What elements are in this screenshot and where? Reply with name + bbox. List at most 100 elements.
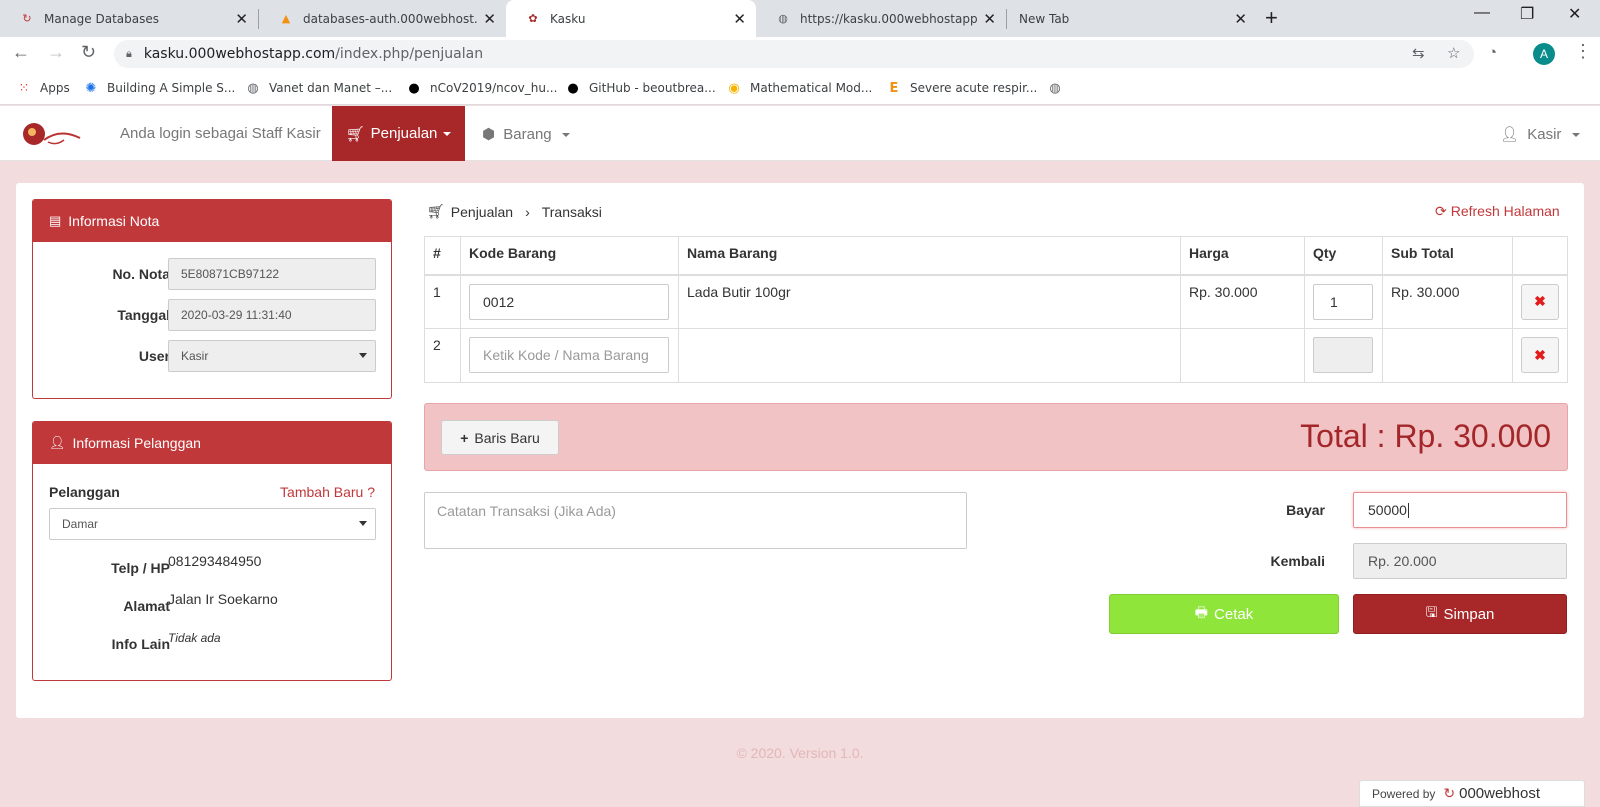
bookmark-globe[interactable]: ◍ xyxy=(1047,80,1071,96)
browser-tab-databases-auth[interactable]: ▲ databases-auth.000webhost.com ✕ xyxy=(259,0,506,37)
pelanggan-label: Pelanggan xyxy=(49,484,120,500)
bookmark-star-icon[interactable]: ☆ xyxy=(1447,44,1460,62)
cetak-button[interactable]: 🖶︎ Cetak xyxy=(1109,594,1339,634)
github-icon: ● xyxy=(567,80,579,96)
extension-icon[interactable]: ◔ xyxy=(1488,44,1497,61)
address-bar[interactable]: 🔒︎ kasku.000webhostapp.com/index.php/pen… xyxy=(114,40,1474,68)
powered-by-label: Powered by xyxy=(1372,786,1436,801)
translate-icon[interactable]: ⇆ xyxy=(1412,44,1425,62)
reload-icon[interactable]: ↻ xyxy=(81,42,96,63)
bookmark-mathematical[interactable]: ◉ Mathematical Mod... xyxy=(726,80,872,96)
breadcrumb-root[interactable]: Penjualan xyxy=(451,204,513,220)
qty-input[interactable]: 1 xyxy=(1313,283,1373,320)
panel-title: Informasi Nota xyxy=(68,213,160,229)
breadcrumb: 🛒︎ Penjualan › Transaksi xyxy=(427,203,602,220)
refresh-halaman-link[interactable]: ⟳ Refresh Halaman xyxy=(1435,203,1560,220)
window-close-icon[interactable]: ✕ xyxy=(1568,4,1581,24)
kasku-favicon-icon: ✿ xyxy=(528,12,538,25)
baris-baru-button[interactable]: + Baris Baru xyxy=(441,420,559,455)
close-icon[interactable]: ✕ xyxy=(1234,10,1247,28)
bookmark-severe-acute[interactable]: E Severe acute respir... xyxy=(886,80,1038,96)
browser-tab-kasku[interactable]: ✿ Kasku ✕ xyxy=(506,0,756,37)
save-icon: 🖫︎ xyxy=(1425,604,1438,620)
browser-tab-new[interactable]: New Tab ✕ xyxy=(1007,0,1257,37)
no-nota-field: 5E80871CB97122 xyxy=(168,258,376,290)
bookmark-building-simple[interactable]: ✺ Building A Simple S... xyxy=(83,80,236,96)
bayar-input[interactable]: 50000 xyxy=(1353,492,1567,528)
dropdown-arrow-icon xyxy=(359,353,367,358)
bookmark-label: Mathematical Mod... xyxy=(750,81,873,95)
bookmark-apps[interactable]: ⁙ Apps xyxy=(16,80,70,96)
nama-barang-cell xyxy=(678,328,1181,383)
new-tab-plus-icon[interactable]: + xyxy=(1265,5,1278,31)
user-select[interactable]: Kasir xyxy=(168,340,376,372)
bookmark-label: Vanet dan Manet –... xyxy=(269,81,393,95)
lada-ibu-logo[interactable] xyxy=(20,120,84,150)
close-icon[interactable]: ✕ xyxy=(235,10,248,28)
account-avatar[interactable]: A xyxy=(1533,43,1555,65)
delete-x-icon: ✖ xyxy=(1534,346,1546,363)
menu-label: Kasir xyxy=(1527,126,1562,143)
globe-icon: ◍ xyxy=(778,12,788,25)
subtotal-cell xyxy=(1382,328,1513,383)
minimize-icon[interactable]: — xyxy=(1474,4,1490,22)
tanggal-field: 2020-03-29 11:31:40 xyxy=(168,299,376,331)
forward-arrow-icon[interactable]: → xyxy=(47,42,65,63)
file-icon: ▤ xyxy=(49,213,62,228)
apps-grid-icon: ⁙ xyxy=(18,80,30,96)
col-header-subtotal: Sub Total xyxy=(1382,236,1513,276)
tab-title: https://kasku.000webhostapp.co xyxy=(800,11,978,26)
panel-informasi-nota: ▤ Informasi Nota No. Nota 5E80871CB97122… xyxy=(32,199,392,399)
user-select-value: Kasir xyxy=(181,349,209,363)
github-icon: ● xyxy=(408,80,420,96)
browser-tab-kasku-url[interactable]: ◍ https://kasku.000webhostapp.co ✕ xyxy=(756,0,1006,37)
powered-by-badge[interactable]: Powered by ↻ 000webhost xyxy=(1359,780,1585,807)
col-header-harga: Harga xyxy=(1180,236,1305,276)
telp-label: Telp / HP xyxy=(111,560,170,576)
col-header-no: # xyxy=(424,236,461,276)
shopping-cart-icon: 🛒︎ xyxy=(427,203,445,219)
bookmark-ncov[interactable]: ● nCoV2019/ncov_hu... xyxy=(406,80,557,96)
refresh-icon: ⟳ xyxy=(1435,203,1447,219)
back-arrow-icon[interactable]: ← xyxy=(12,42,30,63)
text-cursor xyxy=(1407,502,1409,518)
browser-tab-manage-databases[interactable]: ↻ Manage Databases ✕ xyxy=(0,0,258,37)
col-header-nama: Nama Barang xyxy=(678,236,1181,276)
close-icon[interactable]: ✕ xyxy=(483,10,496,28)
delete-row-button[interactable]: ✖ xyxy=(1521,337,1559,373)
close-icon[interactable]: ✕ xyxy=(733,10,746,28)
telp-value: 081293484950 xyxy=(168,553,262,569)
menu-barang[interactable]: ⬢ Barang xyxy=(482,125,570,143)
globe-icon: ◍ xyxy=(1049,80,1061,96)
delete-x-icon: ✖ xyxy=(1534,293,1546,309)
simpan-button[interactable]: 🖫︎ Simpan xyxy=(1353,594,1567,634)
catatan-textarea[interactable]: Catatan Transaksi (Jika Ada) xyxy=(424,492,967,549)
total-bar: + Baris Baru Total : Rp. 30.000 xyxy=(424,403,1568,471)
subtotal-cell: Rp. 30.000 xyxy=(1382,274,1513,329)
bookmark-github[interactable]: ● GitHub - beoutbrea... xyxy=(565,80,715,96)
browser-tabstrip: ↻ Manage Databases ✕ ▲ databases-auth.00… xyxy=(0,0,1600,37)
kode-barang-input[interactable]: 0012 xyxy=(469,283,669,320)
breadcrumb-separator: › xyxy=(525,203,530,220)
harga-cell: Rp. 30.000 xyxy=(1180,274,1305,329)
info-lain-value: Tidak ada xyxy=(168,631,221,645)
info-lain-label: Info Lain xyxy=(111,636,170,652)
kembali-label: Kembali xyxy=(1270,553,1325,569)
panel-header: 👤︎ Informasi Pelanggan xyxy=(33,422,391,464)
menu-kasir[interactable]: 👤︎ Kasir xyxy=(1500,125,1580,143)
tab-title: New Tab xyxy=(1019,11,1070,26)
pelanggan-select-value: Damar xyxy=(62,517,99,531)
maximize-icon[interactable]: ❐ xyxy=(1520,4,1534,24)
menu-penjualan[interactable]: 🛒︎ Penjualan xyxy=(332,106,465,161)
user-icon: 👤︎ xyxy=(49,435,66,450)
pelanggan-select[interactable]: Damar xyxy=(49,508,376,540)
delete-row-button[interactable]: ✖ xyxy=(1521,283,1559,320)
footer-text: © 2020. Version 1.0. xyxy=(736,745,864,761)
bookmark-vanet[interactable]: ◍ Vanet dan Manet –... xyxy=(245,80,392,96)
kode-barang-input[interactable]: Ketik Kode / Nama Barang xyxy=(469,337,669,373)
browser-menu-icon[interactable]: ⋮ xyxy=(1574,41,1592,62)
close-icon[interactable]: ✕ xyxy=(983,10,996,28)
globe-icon: ◍ xyxy=(247,80,259,96)
tambah-baru-link[interactable]: Tambah Baru ? xyxy=(280,484,375,500)
bayar-value: 50000 xyxy=(1368,502,1407,518)
